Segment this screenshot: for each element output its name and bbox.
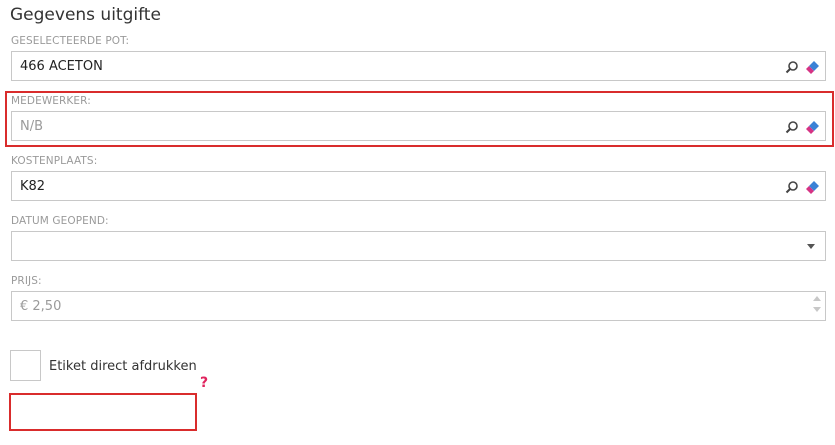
spinner-down-icon[interactable] — [813, 307, 821, 312]
pot-value: 466 ACETON — [20, 59, 103, 74]
chevron-down-icon[interactable] — [807, 244, 815, 249]
price-spinner[interactable] — [813, 296, 821, 316]
medewerker-label: MEDEWERKER: — [11, 95, 91, 107]
prijs-label: PRIJS: — [11, 275, 42, 287]
prijs-input[interactable]: € 2,50 — [11, 291, 826, 321]
prijs-placeholder: € 2,50 — [20, 299, 62, 314]
medewerker-field[interactable]: N/B — [11, 111, 826, 141]
kostenplaats-value: K82 — [20, 179, 46, 194]
search-icon[interactable] — [785, 120, 799, 134]
eraser-icon[interactable] — [805, 179, 821, 195]
page-title: Gegevens uitgifte — [10, 5, 161, 25]
empty-highlight-box — [9, 393, 197, 431]
search-icon[interactable] — [785, 180, 799, 194]
pot-field[interactable]: 466 ACETON — [11, 51, 826, 81]
print-label-text: Etiket direct afdrukken — [49, 359, 197, 374]
medewerker-value: N/B — [20, 119, 44, 134]
eraser-icon[interactable] — [805, 119, 821, 135]
print-label-checkbox[interactable] — [10, 350, 41, 381]
search-icon[interactable] — [785, 60, 799, 74]
kostenplaats-label: KOSTENPLAATS: — [11, 155, 98, 167]
datum-select[interactable] — [11, 231, 826, 261]
help-icon[interactable]: ? — [200, 375, 208, 391]
spinner-up-icon[interactable] — [813, 296, 821, 301]
eraser-icon[interactable] — [805, 59, 821, 75]
kostenplaats-field[interactable]: K82 — [11, 171, 826, 201]
pot-label: GESELECTEERDE POT: — [11, 35, 130, 47]
datum-label: DATUM GEOPEND: — [11, 215, 109, 227]
